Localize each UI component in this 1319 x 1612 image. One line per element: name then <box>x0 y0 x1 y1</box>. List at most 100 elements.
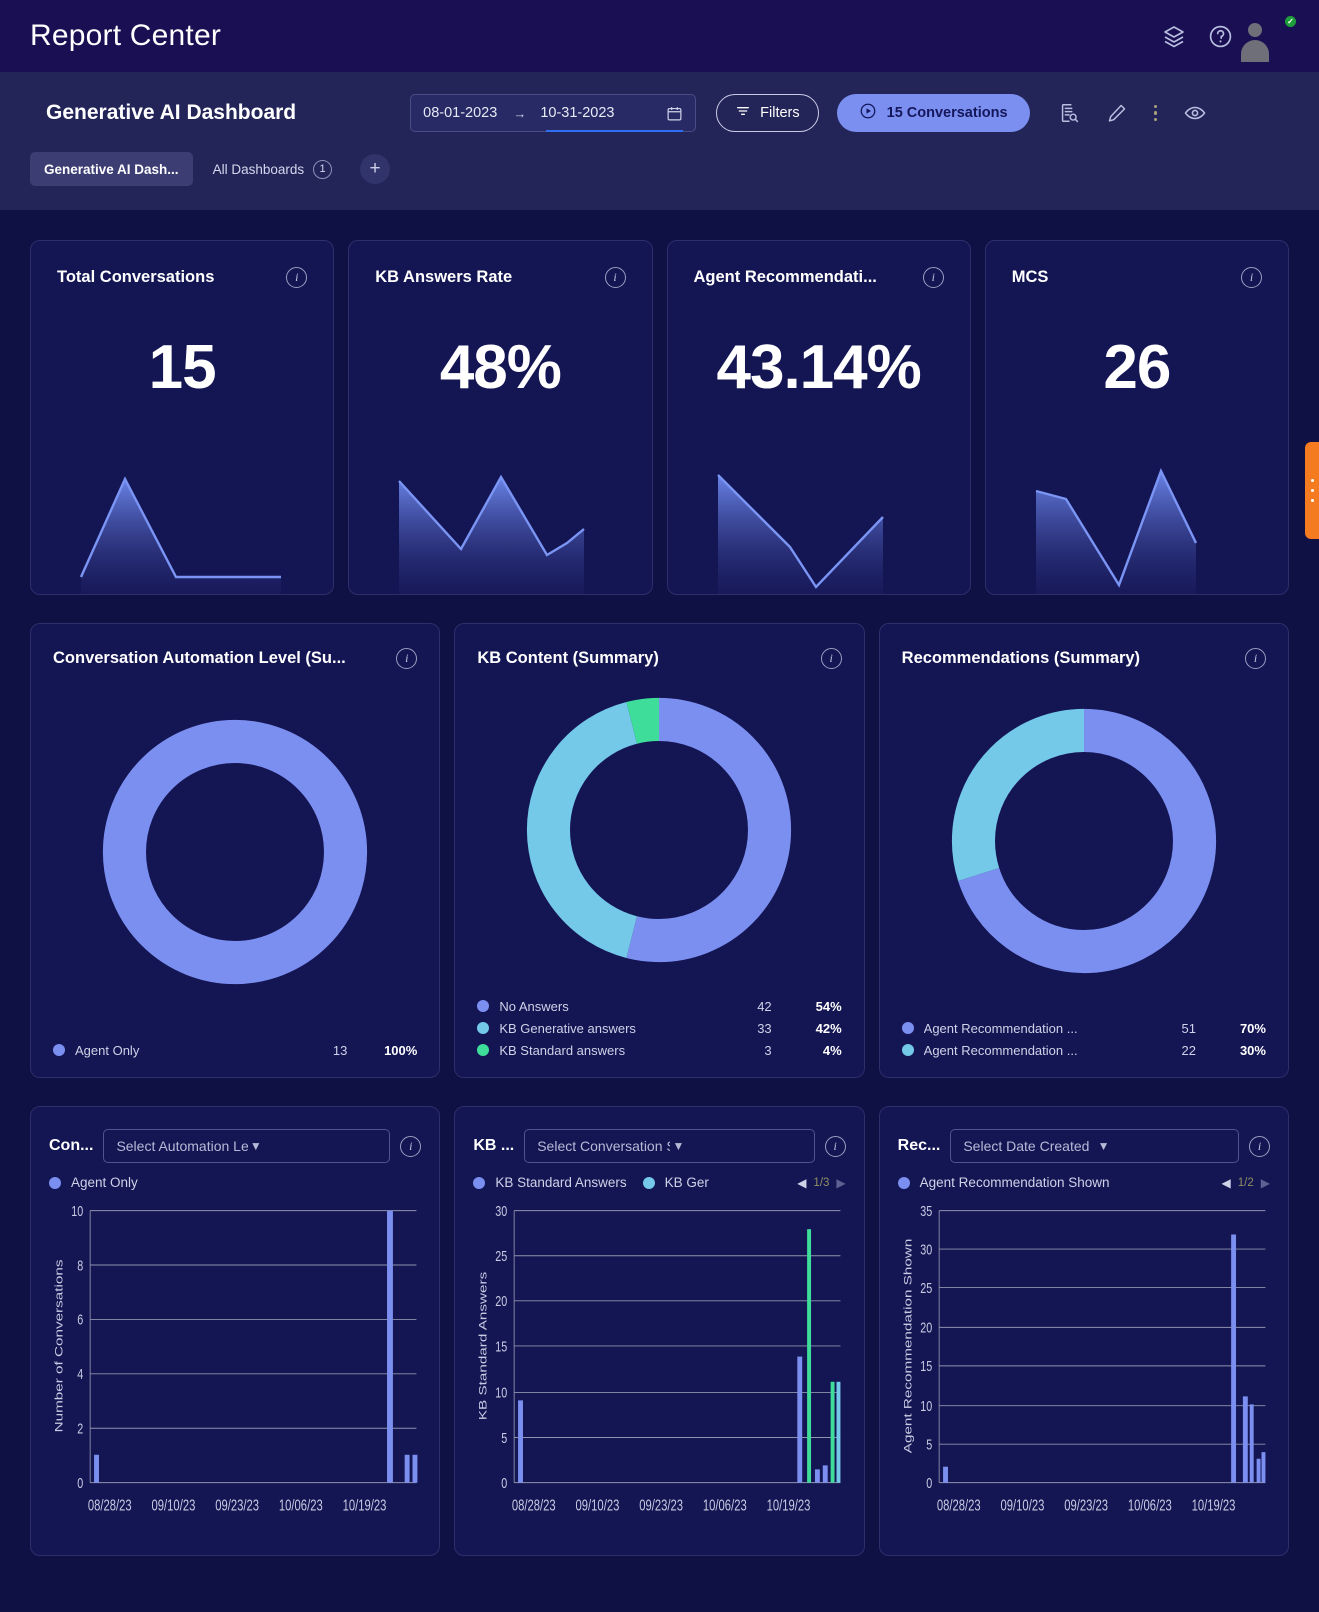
legend-next-icon[interactable]: ▶ <box>1261 1176 1270 1190</box>
legend-label: Agent Only <box>71 1175 138 1190</box>
top-bar-actions: ✓ <box>1162 14 1298 57</box>
kpi-card-kb-answers-rate: KB Answers Rate i 48% <box>348 240 653 595</box>
svg-text:30: 30 <box>920 1241 932 1258</box>
conversations-button[interactable]: 15 Conversations <box>836 94 1030 132</box>
svg-text:0: 0 <box>77 1474 83 1491</box>
legend-count: 22 <box>1181 1042 1196 1058</box>
card-recommendations: Recommendations (Summary) i Agent Recomm… <box>878 623 1289 1078</box>
info-icon[interactable]: i <box>1244 648 1266 669</box>
legend-item[interactable]: Agent Recommendation ... 51 70% <box>901 1017 1266 1039</box>
info-icon[interactable]: i <box>286 267 308 288</box>
legend-item[interactable]: Agent Only 13 100% <box>53 1039 417 1061</box>
svg-text:15: 15 <box>920 1358 932 1375</box>
info-icon[interactable]: i <box>396 648 418 669</box>
legend-prev-icon[interactable]: ◀ <box>797 1176 806 1190</box>
svg-text:Agent Recommendation Shown: Agent Recommendation Shown <box>901 1239 914 1454</box>
date-from-value[interactable]: 08-01-2023 <box>423 105 497 121</box>
legend-item[interactable]: Agent Only <box>49 1175 138 1190</box>
svg-text:08/28/23: 08/28/23 <box>88 1497 132 1514</box>
avatar[interactable]: ✓ <box>1255 14 1298 57</box>
automation-level-select[interactable]: Select Automation Level ▼ <box>103 1129 391 1163</box>
calendar-icon[interactable] <box>666 105 683 122</box>
add-dashboard-button[interactable]: + <box>360 154 391 184</box>
legend-label: Agent Recommendation Shown <box>919 1175 1110 1190</box>
legend-color-swatch <box>53 1044 65 1056</box>
legend-count: 51 <box>1181 1020 1196 1036</box>
legend-item[interactable]: KB Standard answers 3 4% <box>477 1039 842 1061</box>
filters-button[interactable]: Filters <box>716 94 819 132</box>
page-title: Report Center <box>30 19 222 52</box>
card-title: Recommendations (Summary) <box>901 649 1141 667</box>
info-icon[interactable]: i <box>922 267 944 288</box>
card-title: Conversation Automation Level (Su... <box>53 649 346 667</box>
legend-color-swatch <box>477 1000 490 1012</box>
legend-next-icon[interactable]: ▶ <box>836 1176 845 1190</box>
date-to-value[interactable]: 10-31-2023 <box>540 105 614 121</box>
legend-item[interactable]: KB Generative answers 33 42% <box>477 1017 842 1039</box>
card-recommendations-trend: Rec... Select Date Created ▼ i Agent Rec… <box>878 1106 1289 1556</box>
kpi-value: 43.14% <box>716 333 921 402</box>
legend-item[interactable]: No Answers 42 54% <box>477 995 842 1017</box>
info-icon[interactable]: i <box>824 1135 846 1157</box>
chart-legend: KB Standard Answers KB Ger ◀ 1/3 ▶ <box>473 1175 846 1190</box>
info-icon[interactable]: i <box>820 648 842 669</box>
layers-icon[interactable] <box>1162 24 1186 48</box>
dashboard-tabs: Generative AI Dash... All Dashboards 1 + <box>30 152 1297 186</box>
edit-pencil-icon[interactable] <box>1106 102 1128 124</box>
donut-chart <box>53 669 417 1035</box>
card-title: KB ... <box>473 1137 515 1154</box>
date-range-picker[interactable]: 08-01-2023 → 10-31-2023 <box>410 94 697 132</box>
legend-item[interactable]: Agent Recommendation ... 22 30% <box>901 1039 1266 1061</box>
tab-generative-ai-dashboard[interactable]: Generative AI Dash... <box>30 152 193 186</box>
date-created-select[interactable]: Select Date Created ▼ <box>950 1129 1239 1163</box>
svg-text:10/19/23: 10/19/23 <box>767 1497 811 1514</box>
dashboard-content: Total Conversations i 15 KB Answers Rate… <box>0 210 1319 1556</box>
bar-chart-row: Con... Select Automation Level ▼ i Agent… <box>30 1106 1289 1556</box>
tab-all-dashboards[interactable]: All Dashboards 1 <box>199 152 347 186</box>
svg-text:20: 20 <box>496 1293 508 1310</box>
chart-legend: Agent Only <box>49 1175 421 1190</box>
report-search-icon[interactable] <box>1058 102 1080 124</box>
date-range-arrow-icon: → <box>513 105 527 121</box>
info-icon[interactable]: i <box>1241 267 1262 288</box>
kpi-card-mcs: MCS i 26 <box>984 240 1289 595</box>
legend-color-swatch <box>473 1176 486 1189</box>
svg-text:10: 10 <box>496 1384 508 1401</box>
legend-item[interactable]: Agent Recommendation Shown <box>897 1175 1110 1190</box>
legend-label: KB Ger <box>664 1175 709 1190</box>
more-options-icon[interactable] <box>1153 104 1158 122</box>
sparkline-chart <box>79 476 281 594</box>
legend-prev-icon[interactable]: ◀ <box>1222 1176 1231 1190</box>
side-drawer-handle[interactable] <box>1305 442 1319 539</box>
donut-chart <box>902 669 1266 1013</box>
legend-percent: 42% <box>815 1020 842 1036</box>
legend-pager: ◀ 1/2 ▶ <box>1222 1176 1270 1190</box>
conversation-start-date-select[interactable]: Select Conversation Start Date ▼ <box>524 1129 815 1163</box>
svg-text:8: 8 <box>77 1257 83 1274</box>
svg-text:10: 10 <box>71 1202 83 1219</box>
legend-label: No Answers <box>499 998 569 1014</box>
info-icon[interactable]: i <box>1248 1135 1270 1157</box>
help-icon[interactable] <box>1208 24 1233 49</box>
legend-count: 33 <box>757 1020 772 1036</box>
legend-percent: 54% <box>815 998 842 1014</box>
filter-icon <box>735 103 751 123</box>
legend-percent: 4% <box>822 1042 842 1058</box>
svg-text:09/10/23: 09/10/23 <box>576 1497 620 1514</box>
sparkline-chart <box>1035 467 1197 594</box>
sparkline-chart <box>398 474 586 594</box>
eye-icon[interactable] <box>1183 101 1207 125</box>
legend-item[interactable]: KB Ger <box>642 1175 709 1190</box>
tab-label: All Dashboards <box>212 161 305 177</box>
svg-text:4: 4 <box>77 1365 83 1382</box>
svg-text:10/19/23: 10/19/23 <box>343 1497 387 1514</box>
legend-item[interactable]: KB Standard Answers <box>473 1175 627 1190</box>
legend-color-swatch <box>897 1176 910 1189</box>
info-icon[interactable]: i <box>400 1135 422 1157</box>
svg-text:30: 30 <box>496 1202 508 1219</box>
svg-text:09/23/23: 09/23/23 <box>1064 1497 1108 1514</box>
tab-label: Generative AI Dash... <box>44 161 179 177</box>
info-icon[interactable]: i <box>604 267 626 288</box>
chart-legend: Agent Recommendation Shown ◀ 1/2 ▶ <box>897 1175 1270 1190</box>
legend-color-swatch <box>477 1044 490 1056</box>
